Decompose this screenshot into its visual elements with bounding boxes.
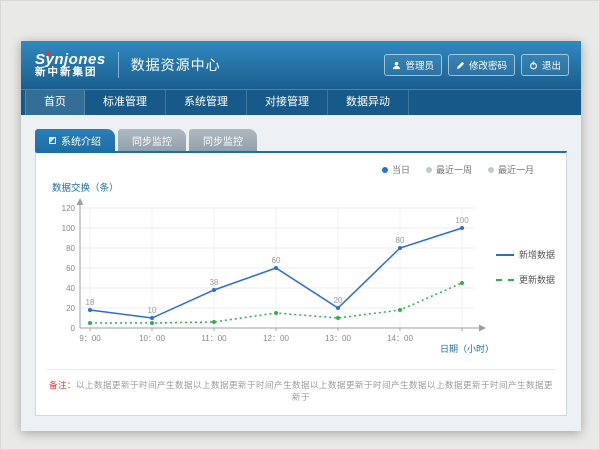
logout-button[interactable]: 退出	[521, 54, 569, 76]
svg-text:100: 100	[455, 216, 469, 225]
power-icon	[529, 61, 538, 70]
period-filters: 当日 最近一周 最近一月	[46, 161, 556, 176]
filter-last-month-dot	[488, 167, 494, 173]
filter-last-week-dot	[426, 167, 432, 173]
admin-user-label: 管理员	[405, 58, 434, 72]
nav-item-home[interactable]: 首页	[25, 90, 85, 115]
filter-last-week[interactable]: 最近一周	[426, 163, 472, 176]
x-axis-title: 日期（小时）	[46, 342, 496, 355]
filter-last-week-label: 最近一周	[436, 163, 472, 176]
app-header: Synjones 新中新集团 数据资源中心 管理员 修改密码	[21, 41, 581, 89]
app-window: Synjones 新中新集团 数据资源中心 管理员 修改密码	[21, 41, 581, 431]
main-nav: 首页 标准管理 系统管理 对接管理 数据异动	[21, 89, 581, 115]
svg-text:60: 60	[272, 256, 281, 265]
legend-label-new: 新增数据	[519, 248, 555, 261]
chart-row: 9：0010：0011：0012：0013：0014：0002040608010…	[46, 196, 556, 355]
legend-sample-update	[496, 279, 514, 281]
app-title: 数据资源中心	[131, 55, 221, 75]
brand-logo: Synjones 新中新集团	[35, 52, 106, 79]
user-icon	[392, 61, 401, 70]
chart-panel: 当日 最近一周 最近一月 数据交换（条） 9：0010：0011：0012：00…	[35, 151, 567, 416]
filter-today[interactable]: 当日	[382, 163, 410, 176]
tab-sync-monitor-2-label: 同步监控	[203, 133, 243, 148]
tab-strip: 系统介绍 同步监控 同步监控	[35, 129, 567, 151]
svg-text:18: 18	[86, 298, 95, 307]
svg-text:80: 80	[396, 236, 405, 245]
legend-item-new-data[interactable]: 新增数据	[496, 248, 556, 261]
legend-sample-new	[496, 254, 514, 256]
change-password-label: 修改密码	[469, 58, 507, 72]
svg-text:80: 80	[66, 244, 75, 253]
legend-label-update: 更新数据	[519, 273, 555, 286]
change-password-button[interactable]: 修改密码	[448, 54, 515, 76]
series-legend: 新增数据 更新数据	[496, 248, 556, 298]
footnote-text: 以上数据更新于时间产生数据以上数据更新于时间产生数据以上数据更新于时间产生数据以…	[76, 380, 553, 402]
legend-item-update-data[interactable]: 更新数据	[496, 273, 556, 286]
logo-accent-dot	[46, 51, 50, 55]
footnote: 备注：以上数据更新于时间产生数据以上数据更新于时间产生数据以上数据更新于时间产生…	[46, 369, 556, 405]
chart-column: 9：0010：0011：0012：0013：0014：0002040608010…	[46, 196, 496, 355]
content-area: 系统介绍 同步监控 同步监控 当日 最	[21, 115, 581, 431]
logout-label: 退出	[542, 58, 561, 72]
svg-text:20: 20	[334, 296, 343, 305]
header-divider	[118, 52, 119, 78]
filter-last-month[interactable]: 最近一月	[488, 163, 534, 176]
y-axis-title: 数据交换（条）	[52, 180, 556, 194]
logo-subtext: 新中新集团	[35, 67, 106, 78]
svg-text:60: 60	[66, 264, 75, 273]
nav-item-data-change[interactable]: 数据异动	[328, 90, 409, 115]
svg-text:40: 40	[66, 284, 75, 293]
admin-user-button[interactable]: 管理员	[384, 54, 442, 76]
svg-text:38: 38	[210, 278, 219, 287]
tab-sync-monitor-2[interactable]: 同步监控	[189, 129, 257, 151]
nav-item-standard-mgmt[interactable]: 标准管理	[85, 90, 166, 115]
svg-text:0: 0	[71, 324, 76, 333]
svg-text:10: 10	[148, 306, 157, 315]
tab-system-intro-label: 系统介绍	[61, 133, 101, 148]
footnote-prefix: 备注：	[49, 380, 76, 390]
nav-item-connect-mgmt[interactable]: 对接管理	[247, 90, 328, 115]
edit-icon	[456, 61, 465, 70]
tab-sync-monitor-1[interactable]: 同步监控	[118, 129, 186, 151]
desktop-background: Synjones 新中新集团 数据资源中心 管理员 修改密码	[0, 0, 600, 450]
svg-text:100: 100	[62, 224, 76, 233]
nav-item-system-mgmt[interactable]: 系统管理	[166, 90, 247, 115]
svg-text:120: 120	[62, 204, 76, 213]
line-chart: 9：0010：0011：0012：0013：0014：0002040608010…	[46, 196, 496, 358]
tab-grid-icon	[49, 137, 56, 144]
filter-today-dot	[382, 167, 388, 173]
svg-text:20: 20	[66, 304, 75, 313]
tab-sync-monitor-1-label: 同步监控	[132, 133, 172, 148]
tab-system-intro[interactable]: 系统介绍	[35, 129, 115, 151]
filter-last-month-label: 最近一月	[498, 163, 534, 176]
filter-today-label: 当日	[392, 163, 410, 176]
